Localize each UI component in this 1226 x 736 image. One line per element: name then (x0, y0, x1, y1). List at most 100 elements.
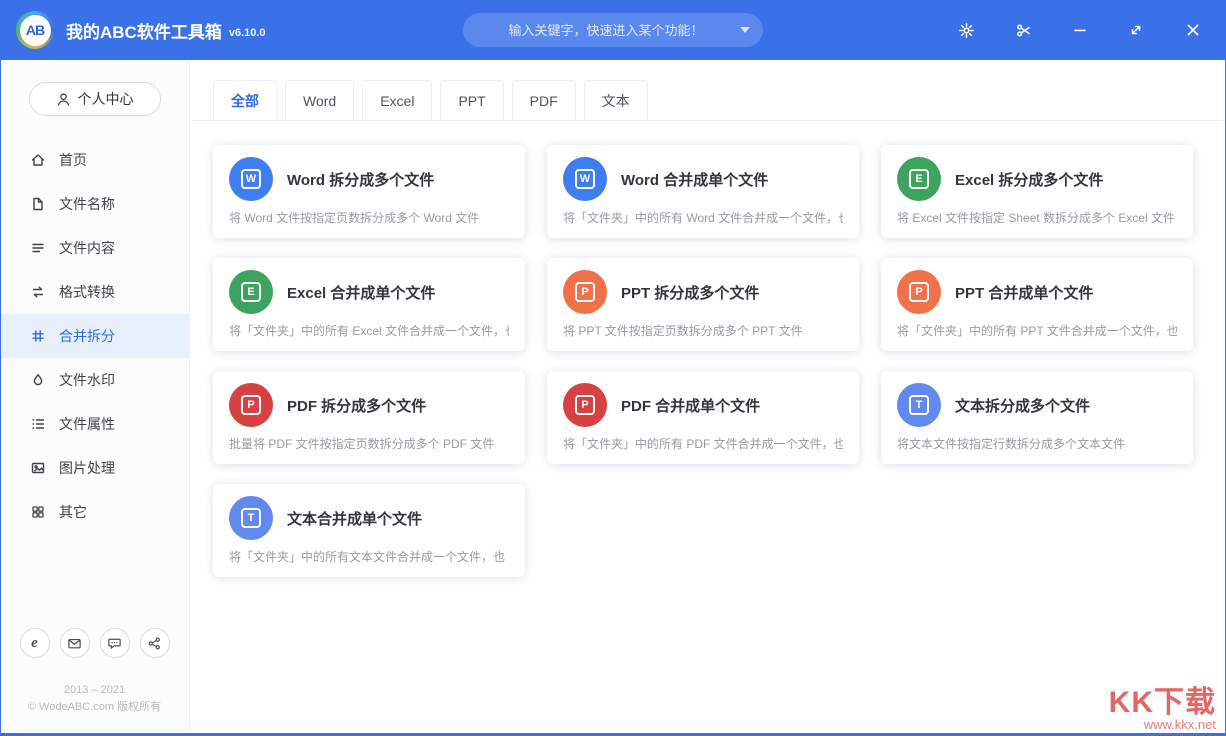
person-icon (56, 92, 71, 107)
watermark: KK下载 www.kkx.net (1109, 687, 1216, 732)
feature-card[interactable]: T 文本合并成单个文件 将「文件夹」中的所有文本文件合并成一个文件，也 (213, 484, 525, 577)
sidebar-item-label: 图片处理 (59, 458, 115, 478)
card-desc: 将 PPT 文件按指定页数拆分成多个 PPT 文件 (563, 322, 843, 339)
tab-all[interactable]: 全部 (213, 80, 277, 120)
sidebar-item-merge-split[interactable]: 合并拆分 (0, 314, 189, 358)
card-title: PPT 拆分成多个文件 (621, 282, 759, 303)
card-title: Excel 合并成单个文件 (287, 282, 435, 303)
tab-pdf[interactable]: PDF (512, 80, 576, 120)
card-desc: 将 Excel 文件按指定 Sheet 数拆分成多个 Excel 文件 (897, 209, 1177, 226)
tab-excel[interactable]: Excel (362, 80, 432, 120)
feature-card[interactable]: P PPT 拆分成多个文件 将 PPT 文件按指定页数拆分成多个 PPT 文件 (547, 258, 859, 351)
sidebar-item-image-processing[interactable]: 图片处理 (0, 446, 189, 490)
sidebar-menu: 首页 文件名称 文件内容 格式转换 合并拆分 文件水印 文件属性 图片处理 (0, 138, 189, 534)
profile-button[interactable]: 个人中心 (29, 82, 161, 116)
chevron-down-icon[interactable] (740, 27, 750, 33)
search-box[interactable] (463, 13, 763, 47)
card-head: P PDF 合并成单个文件 (563, 383, 843, 427)
document-letter: W (246, 173, 256, 185)
document-glyph: E (909, 169, 929, 189)
tab-bar: 全部 Word Excel PPT PDF 文本 (191, 60, 1226, 121)
tab-text[interactable]: 文本 (584, 80, 648, 120)
document-icon: T (897, 383, 941, 427)
sidebar-item-file-name[interactable]: 文件名称 (0, 182, 189, 226)
list-icon (30, 416, 46, 432)
sidebar-item-home[interactable]: 首页 (0, 138, 189, 182)
app-logo-text: AB (20, 15, 51, 46)
document-icon: P (897, 270, 941, 314)
image-icon (30, 460, 46, 476)
sidebar: 个人中心 首页 文件名称 文件内容 格式转换 合并拆分 文件水印 文件属性 (0, 60, 190, 736)
chat-button[interactable] (100, 628, 130, 658)
sidebar-item-format-convert[interactable]: 格式转换 (0, 270, 189, 314)
feature-card[interactable]: W Word 拆分成多个文件 将 Word 文件按指定页数拆分成多个 Word … (213, 145, 525, 238)
document-letter: P (915, 286, 922, 298)
tab-ppt[interactable]: PPT (440, 80, 503, 120)
sidebar-item-other[interactable]: 其它 (0, 490, 189, 534)
sidebar-item-watermark[interactable]: 文件水印 (0, 358, 189, 402)
sidebar-item-label: 格式转换 (59, 282, 115, 302)
card-head: W Word 拆分成多个文件 (229, 157, 509, 201)
sidebar-item-label: 首页 (59, 150, 87, 170)
sidebar-item-file-content[interactable]: 文件内容 (0, 226, 189, 270)
document-letter: P (581, 399, 588, 411)
card-grid: W Word 拆分成多个文件 将 Word 文件按指定页数拆分成多个 Word … (191, 121, 1226, 577)
browser-button[interactable]: e (20, 628, 50, 658)
document-glyph: P (241, 395, 261, 415)
feature-card[interactable]: P PDF 拆分成多个文件 批量将 PDF 文件按指定页数拆分成多个 PDF 文… (213, 371, 525, 464)
card-title: 文本拆分成多个文件 (955, 395, 1090, 416)
file-icon (30, 196, 46, 212)
document-glyph: E (241, 282, 261, 302)
minimize-button[interactable] (1072, 22, 1088, 38)
chat-icon (107, 636, 122, 651)
feature-card[interactable]: W Word 合并成单个文件 将「文件夹」中的所有 Word 文件合并成一个文件… (547, 145, 859, 238)
document-glyph: W (241, 169, 261, 189)
document-letter: W (580, 173, 590, 185)
search-input[interactable] (479, 23, 733, 38)
gear-icon (958, 22, 975, 39)
document-icon: T (229, 496, 273, 540)
browser-icon: e (31, 635, 38, 652)
share-icon (147, 636, 162, 651)
resize-button[interactable] (1128, 22, 1144, 38)
card-desc: 将「文件夹」中的所有 Excel 文件合并成一个文件，也 (229, 322, 509, 339)
feature-card[interactable]: P PDF 合并成单个文件 将「文件夹」中的所有 PDF 文件合并成一个文件，也 (547, 371, 859, 464)
tools-button[interactable] (1015, 22, 1032, 39)
window-controls (958, 21, 1210, 39)
feature-card[interactable]: E Excel 合并成单个文件 将「文件夹」中的所有 Excel 文件合并成一个… (213, 258, 525, 351)
profile-label: 个人中心 (78, 89, 134, 109)
card-head: W Word 合并成单个文件 (563, 157, 843, 201)
document-icon: W (229, 157, 273, 201)
sidebar-item-label: 文件属性 (59, 414, 115, 434)
card-desc: 将 Word 文件按指定页数拆分成多个 Word 文件 (229, 209, 509, 226)
mail-button[interactable] (60, 628, 90, 658)
share-button[interactable] (140, 628, 170, 658)
feature-card[interactable]: E Excel 拆分成多个文件 将 Excel 文件按指定 Sheet 数拆分成… (881, 145, 1193, 238)
card-head: T 文本合并成单个文件 (229, 496, 509, 540)
close-button[interactable] (1184, 21, 1202, 39)
document-letter: E (247, 286, 254, 298)
card-title: 文本合并成单个文件 (287, 508, 422, 529)
card-desc: 批量将 PDF 文件按指定页数拆分成多个 PDF 文件 (229, 435, 509, 452)
sidebar-item-label: 文件名称 (59, 194, 115, 214)
card-head: P PPT 拆分成多个文件 (563, 270, 843, 314)
feature-card[interactable]: T 文本拆分成多个文件 将文本文件按指定行数拆分成多个文本文件 (881, 371, 1193, 464)
card-desc: 将「文件夹」中的所有 PDF 文件合并成一个文件，也 (563, 435, 843, 452)
tab-word[interactable]: Word (285, 80, 354, 120)
document-icon: P (563, 383, 607, 427)
card-title: PDF 合并成单个文件 (621, 395, 760, 416)
card-title: PDF 拆分成多个文件 (287, 395, 426, 416)
document-icon: P (229, 383, 273, 427)
card-desc: 将文本文件按指定行数拆分成多个文本文件 (897, 435, 1177, 452)
sidebar-item-file-properties[interactable]: 文件属性 (0, 402, 189, 446)
feature-card[interactable]: P PPT 合并成单个文件 将「文件夹」中的所有 PPT 文件合并成一个文件，也 (881, 258, 1193, 351)
document-icon: W (563, 157, 607, 201)
document-letter: T (248, 512, 255, 524)
card-head: E Excel 合并成单个文件 (229, 270, 509, 314)
document-letter: E (915, 173, 922, 185)
settings-button[interactable] (958, 22, 975, 39)
card-title: Excel 拆分成多个文件 (955, 169, 1103, 190)
document-glyph: T (241, 508, 261, 528)
card-title: PPT 合并成单个文件 (955, 282, 1093, 303)
resize-icon (1128, 22, 1144, 38)
